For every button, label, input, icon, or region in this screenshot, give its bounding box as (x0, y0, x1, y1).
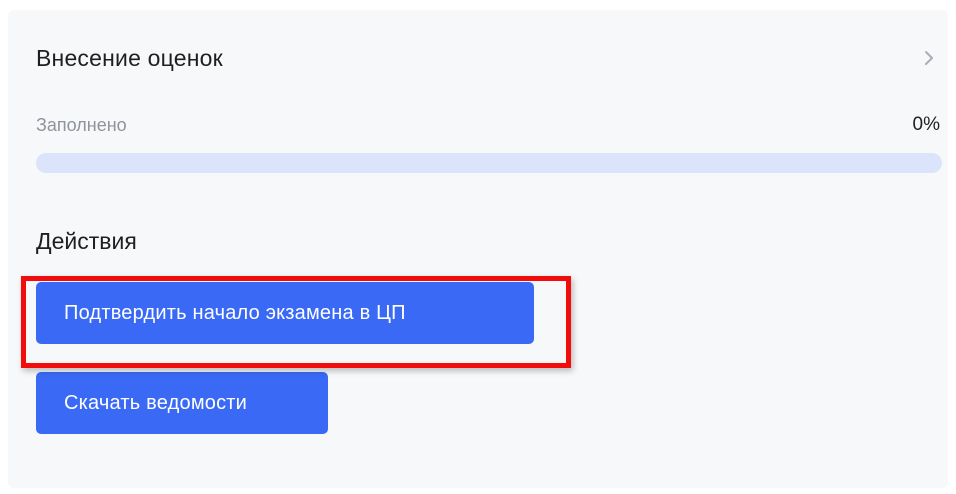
progress-label: Заполнено (36, 114, 127, 135)
download-statements-button[interactable]: Скачать ведомости (36, 372, 328, 434)
grading-title: Внесение оценок (36, 44, 223, 71)
chevron-right-icon[interactable] (920, 49, 938, 67)
grading-card: Внесение оценок Заполнено 0% Действия По… (8, 10, 948, 488)
progress-value: 0% (912, 114, 940, 135)
grading-header[interactable]: Внесение оценок (36, 40, 938, 76)
confirm-exam-start-button[interactable]: Подтвердить начало экзамена в ЦП (36, 282, 534, 344)
progress-bar (36, 153, 942, 173)
actions-title: Действия (36, 228, 137, 254)
progress-row: Заполнено 0% (36, 114, 940, 136)
